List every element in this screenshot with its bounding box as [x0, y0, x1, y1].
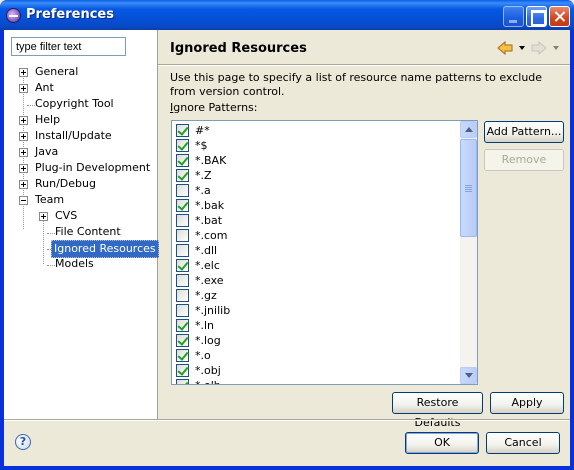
remove-button[interactable]: Remove [484, 149, 564, 171]
pattern-text: *.dll [195, 244, 218, 257]
preferences-window: Preferences General Ant Copyright Tool [0, 0, 574, 470]
pattern-text: *.bak [195, 199, 225, 212]
expand-icon[interactable] [19, 132, 28, 141]
pattern-text: *.Z [195, 169, 212, 182]
dialog-client: General Ant Copyright Tool Help Install/… [4, 30, 570, 466]
pattern-text: *.o [195, 349, 211, 362]
grip-line [465, 187, 472, 188]
eclipse-icon [6, 8, 21, 23]
pattern-checkbox[interactable] [176, 199, 189, 212]
expand-icon[interactable] [19, 180, 28, 189]
pattern-text: *$ [195, 139, 208, 152]
pattern-text: *.a [195, 184, 211, 197]
tree-item-label: CVS [55, 209, 78, 222]
tree-item-label: General [35, 65, 79, 78]
tree-item-label: Team [35, 193, 65, 206]
expand-icon[interactable] [19, 84, 28, 93]
tree-item-label: Java [35, 145, 59, 158]
pattern-checkbox[interactable] [176, 259, 189, 272]
close-button[interactable] [549, 6, 570, 27]
pattern-checkbox[interactable] [176, 274, 189, 287]
header-separator [158, 64, 570, 66]
pattern-checkbox[interactable] [176, 379, 189, 384]
pattern-text: *.bat [195, 214, 223, 227]
pattern-text: *.jnilib [195, 304, 231, 317]
vertical-scrollbar[interactable] [460, 121, 477, 384]
pattern-text: *.elc [195, 259, 220, 272]
back-arrow-icon[interactable] [497, 40, 517, 56]
title-bar[interactable]: Preferences [0, 0, 574, 30]
apply-button[interactable]: Apply [490, 392, 564, 414]
pattern-text: *.BAK [195, 154, 227, 167]
pattern-text: *.com [195, 229, 228, 242]
window-title: Preferences [26, 7, 114, 22]
pattern-text: *.gz [195, 289, 217, 302]
pattern-checkbox[interactable] [176, 124, 189, 137]
pattern-text: *.log [195, 334, 221, 347]
expand-icon[interactable] [19, 116, 28, 125]
tree-item-label: Plug-in Development [35, 161, 151, 174]
pattern-checkbox[interactable] [176, 349, 189, 362]
ignore-patterns-list[interactable]: #* *$ *.BAK *.Z *.a *.bak *.bat *.com *.dll *.elc… [171, 120, 478, 385]
pattern-checkbox[interactable] [176, 169, 189, 182]
pattern-checkbox[interactable] [176, 229, 189, 242]
tree-item-label: Install/Update [35, 129, 112, 142]
filter-input[interactable] [11, 37, 126, 56]
page-description: Use this page to specify a list of resou… [170, 71, 543, 98]
grip-line [465, 191, 472, 192]
pattern-checkbox[interactable] [176, 184, 189, 197]
pattern-checkbox[interactable] [176, 334, 189, 347]
pattern-checkbox[interactable] [176, 364, 189, 377]
maximize-button[interactable] [526, 6, 547, 27]
expand-icon[interactable] [19, 148, 28, 157]
pattern-checkbox[interactable] [176, 139, 189, 152]
preference-tree-pane: General Ant Copyright Tool Help Install/… [4, 30, 159, 419]
forward-dropdown-icon[interactable] [553, 46, 559, 50]
pattern-checkbox[interactable] [176, 304, 189, 317]
pattern-checkbox[interactable] [176, 244, 189, 257]
pattern-text: *.obj [195, 364, 221, 377]
pattern-text: *.exe [195, 274, 224, 287]
back-dropdown-icon[interactable] [519, 46, 525, 50]
scroll-thumb[interactable] [460, 139, 477, 237]
pattern-text: #* [195, 124, 210, 137]
ignore-patterns-label: Ignore Patterns: [170, 101, 258, 114]
ok-button[interactable]: OK [405, 432, 479, 454]
pattern-text: *.olb [195, 378, 221, 384]
scroll-up-button[interactable] [460, 121, 477, 138]
grip-line [465, 185, 472, 186]
collapse-icon[interactable] [19, 196, 28, 205]
tree-item-label: File Content [55, 225, 121, 238]
scroll-down-button[interactable] [460, 367, 477, 384]
footer-separator [4, 419, 570, 421]
pattern-checkbox[interactable] [176, 289, 189, 302]
tree-item-label: Copyright Tool [35, 97, 114, 110]
ignore-patterns-text: gnore Patterns: [173, 101, 258, 114]
minimize-button[interactable] [503, 6, 524, 27]
expand-icon[interactable] [19, 164, 28, 173]
restore-defaults-button[interactable]: Restore Defaults [392, 392, 483, 429]
grip-line [465, 189, 472, 190]
page-title: Ignored Resources [170, 41, 307, 56]
cancel-button[interactable]: Cancel [486, 432, 560, 454]
pattern-checkbox[interactable] [176, 154, 189, 167]
pattern-checkbox[interactable] [176, 214, 189, 227]
pattern-text: *.ln [195, 319, 215, 332]
add-pattern-button[interactable]: Add Pattern... [484, 121, 564, 143]
tree-item-label: Ant [35, 81, 54, 94]
pattern-checkbox[interactable] [176, 319, 189, 332]
tree-item-label: Models [55, 257, 94, 270]
forward-arrow-icon[interactable] [531, 40, 551, 56]
tree-item-label: Run/Debug [35, 177, 96, 190]
expand-icon[interactable] [19, 68, 28, 77]
expand-icon[interactable] [39, 212, 48, 221]
tree-item-label: Help [35, 113, 61, 126]
help-icon[interactable]: ? [15, 434, 31, 450]
